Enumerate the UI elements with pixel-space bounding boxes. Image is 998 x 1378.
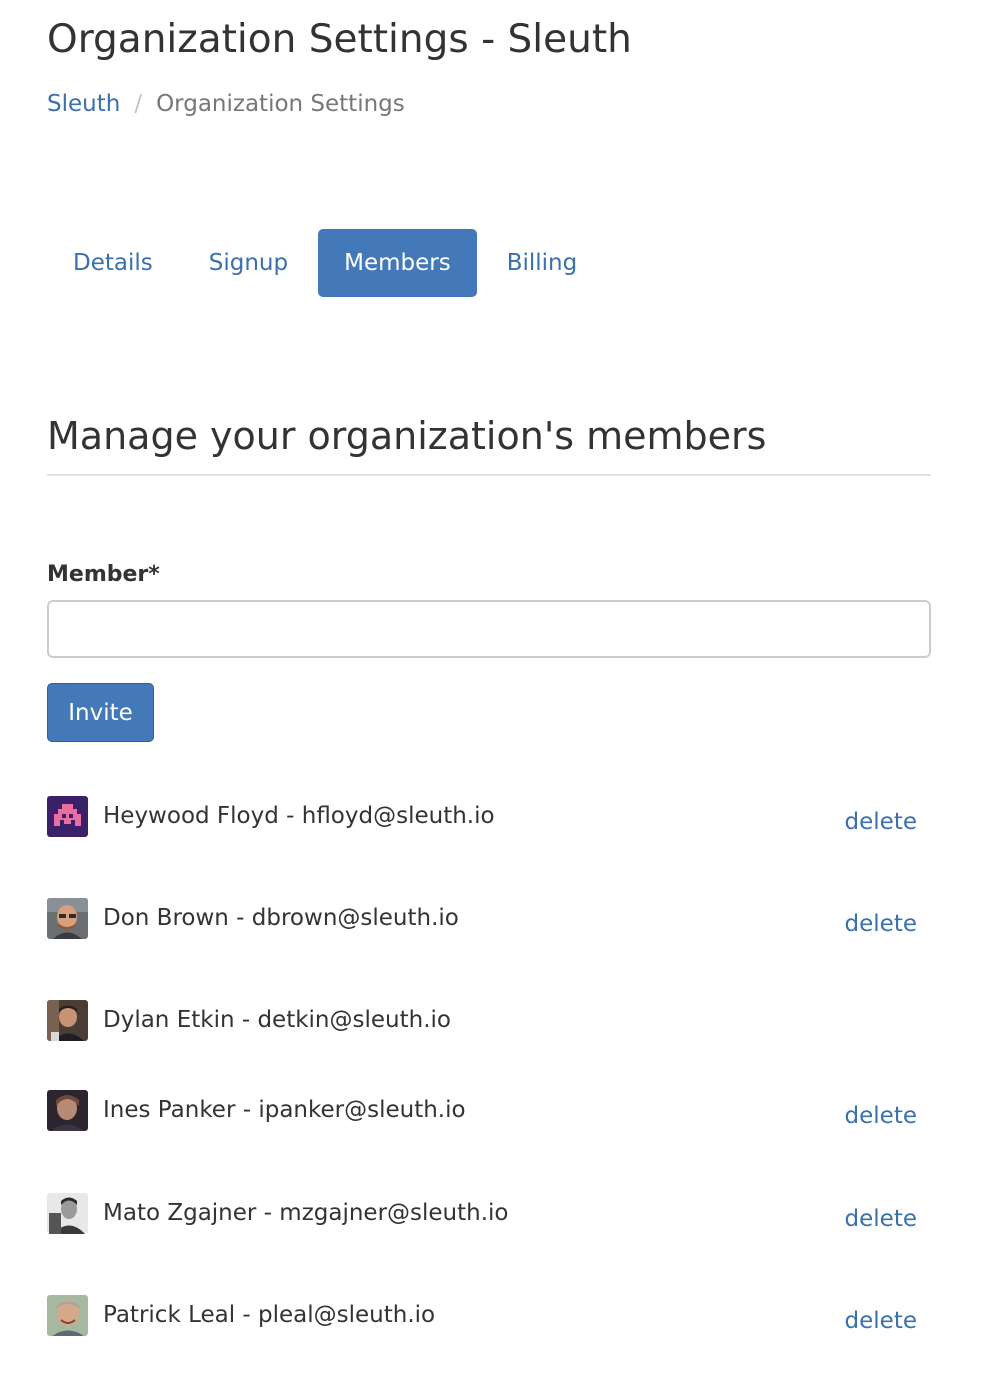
breadcrumb-separator: / [134, 91, 143, 117]
delete-member-link[interactable]: delete [845, 906, 917, 942]
photo-avatar-icon [47, 1090, 88, 1131]
breadcrumb-current: Organization Settings [156, 91, 405, 117]
photo-avatar-icon [47, 1000, 88, 1041]
breadcrumb-root-link[interactable]: Sleuth [47, 91, 120, 117]
member-name-email: Heywood Floyd - hfloyd@sleuth.io [103, 803, 495, 829]
tab-signup[interactable]: Signup [183, 229, 314, 297]
invite-button[interactable]: Invite [47, 683, 154, 742]
delete-member-link[interactable]: delete [845, 1098, 917, 1134]
delete-member-link[interactable]: delete [845, 1303, 917, 1339]
photo-avatar-icon [47, 1295, 88, 1336]
member-row: Don Brown - dbrown@sleuth.io delete [47, 898, 931, 940]
tab-details[interactable]: Details [47, 229, 179, 297]
section-title: Manage your organization's members [47, 408, 931, 476]
member-input[interactable] [47, 600, 931, 658]
photo-avatar-icon [47, 898, 88, 939]
pixel-art-avatar-icon [47, 796, 88, 837]
tab-billing[interactable]: Billing [481, 229, 604, 297]
member-row: Mato Zgajner - mzgajner@sleuth.io delete [47, 1193, 931, 1235]
member-row: Ines Panker - ipanker@sleuth.io delete [47, 1090, 931, 1132]
member-name-email: Don Brown - dbrown@sleuth.io [103, 905, 459, 931]
tab-members[interactable]: Members [318, 229, 477, 297]
member-row: Dylan Etkin - detkin@sleuth.io [47, 1000, 931, 1042]
page-title: Organization Settings - Sleuth [47, 17, 632, 62]
member-name-email: Mato Zgajner - mzgajner@sleuth.io [103, 1200, 509, 1226]
member-row: Heywood Floyd - hfloyd@sleuth.io delete [47, 796, 931, 838]
member-field-label: Member* [47, 562, 160, 587]
member-name-email: Patrick Leal - pleal@sleuth.io [103, 1302, 436, 1328]
page: Organization Settings - Sleuth Sleuth / Or… [0, 0, 998, 1378]
delete-member-link[interactable]: delete [845, 804, 917, 840]
member-row: Patrick Leal - pleal@sleuth.io delete [47, 1295, 931, 1337]
member-name-email: Dylan Etkin - detkin@sleuth.io [103, 1007, 451, 1033]
breadcrumb: Sleuth / Organization Settings [47, 87, 405, 121]
member-name-email: Ines Panker - ipanker@sleuth.io [103, 1097, 466, 1123]
photo-avatar-icon [47, 1193, 88, 1234]
settings-tabs: Details Signup Members Billing [47, 229, 607, 297]
delete-member-link[interactable]: delete [845, 1201, 917, 1237]
